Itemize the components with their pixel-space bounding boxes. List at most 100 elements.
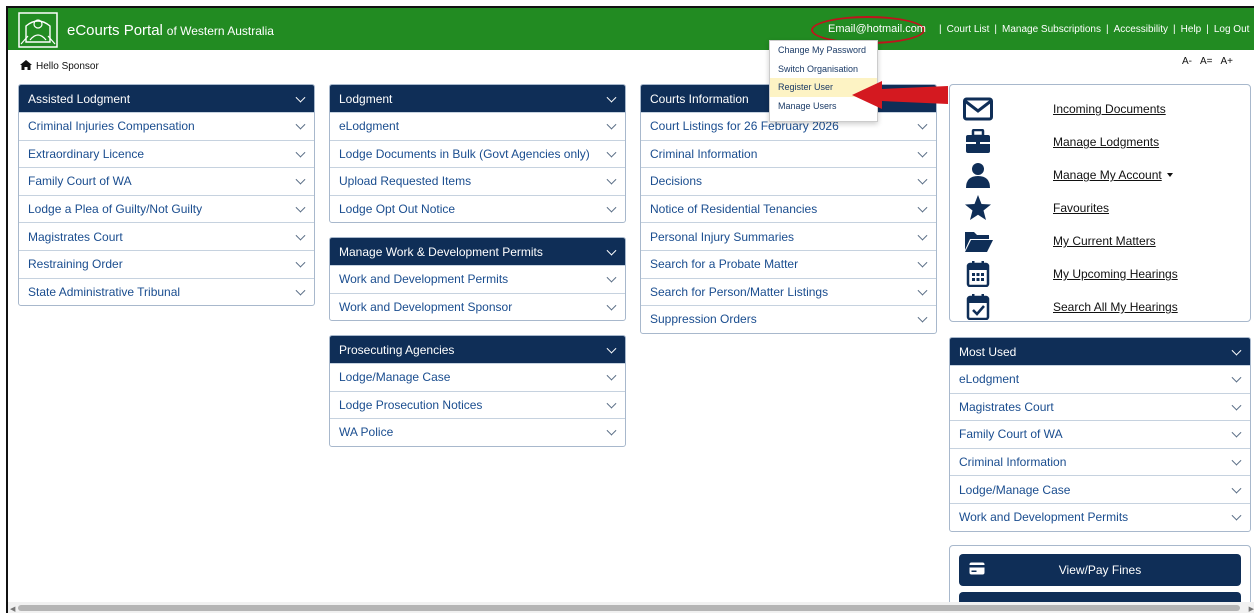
list-item-label: WA Police xyxy=(339,425,394,440)
menu-item-change-password[interactable]: Change My Password xyxy=(770,41,877,60)
list-item[interactable]: Notice of Residential Tenancies xyxy=(641,194,936,223)
chevron-down-icon xyxy=(295,175,306,186)
list-item[interactable]: Lodge Opt Out Notice xyxy=(330,194,625,223)
list-item[interactable]: Lodge/Manage Case xyxy=(950,475,1250,503)
list-item[interactable]: Lodge a Plea of Guilty/Not Guilty xyxy=(19,194,314,223)
scrollbar-thumb[interactable] xyxy=(18,605,1240,611)
list-item[interactable]: WA Police xyxy=(330,418,625,446)
list-item-label: Extraordinary Licence xyxy=(28,146,145,161)
list-item-label: Personal Injury Summaries xyxy=(650,229,795,244)
list-item[interactable]: Family Court of WA xyxy=(19,167,314,195)
quick-link-text: Manage My Account xyxy=(1053,168,1162,182)
list-item[interactable]: Decisions xyxy=(641,167,936,195)
list-item-label: Work and Development Permits xyxy=(959,510,1129,525)
help-link[interactable]: Help xyxy=(1181,24,1202,35)
chevron-down-icon xyxy=(606,343,617,354)
list-item[interactable]: Magistrates Court xyxy=(19,222,314,250)
lodgment-header[interactable]: Lodgment xyxy=(330,85,625,112)
list-item[interactable]: eLodgment xyxy=(950,365,1250,393)
list-item-label: eLodgment xyxy=(959,372,1020,387)
quick-link-my-upcoming-hearings[interactable]: My Upcoming Hearings xyxy=(950,258,1250,291)
list-item[interactable]: Lodge Documents in Bulk (Govt Agencies o… xyxy=(330,139,625,168)
list-item-label: Criminal Information xyxy=(650,146,758,161)
quick-link-search-all-my-hearings[interactable]: Search All My Hearings xyxy=(950,291,1250,324)
list-item-label: Upload Requested Items xyxy=(339,174,472,189)
quick-link-manage-my-account[interactable]: Manage My Account xyxy=(950,159,1250,192)
list-item[interactable]: Restraining Order xyxy=(19,249,314,278)
list-item-label: Family Court of WA xyxy=(28,174,132,189)
view-pay-fines-button[interactable]: View/Pay Fines xyxy=(959,554,1241,586)
list-item[interactable]: eLodgment xyxy=(330,112,625,140)
list-item[interactable]: Family Court of WA xyxy=(950,420,1250,448)
panel-title: Manage Work & Development Permits xyxy=(339,244,543,259)
quick-link-label: Incoming Documents xyxy=(1053,102,1166,116)
list-item[interactable]: Search for a Probate Matter xyxy=(641,249,936,278)
portal-title-sub: of Western Australia xyxy=(166,24,274,38)
chevron-down-icon xyxy=(606,175,617,186)
quick-link-incoming-documents[interactable]: Incoming Documents xyxy=(950,93,1250,126)
list-item[interactable]: Personal Injury Summaries xyxy=(641,222,936,250)
quick-link-my-current-matters[interactable]: My Current Matters xyxy=(950,225,1250,258)
chevron-down-icon xyxy=(917,202,928,213)
list-item-label: Restraining Order xyxy=(28,257,123,272)
list-item-label: Criminal Information xyxy=(959,455,1067,470)
chevron-down-icon xyxy=(295,230,306,241)
list-item[interactable]: Search for Person/Matter Listings xyxy=(641,277,936,306)
scroll-left-icon[interactable]: ◀ xyxy=(10,605,15,613)
list-item[interactable]: Lodge Prosecution Notices xyxy=(330,390,625,419)
permits-header[interactable]: Manage Work & Development Permits xyxy=(330,238,625,265)
scroll-right-icon[interactable]: ▶ xyxy=(1249,605,1254,613)
list-item[interactable]: Criminal Injuries Compensation xyxy=(19,112,314,140)
list-item[interactable]: Magistrates Court xyxy=(950,392,1250,421)
list-item-label: Search for a Probate Matter xyxy=(650,257,799,272)
menu-item-switch-organisation[interactable]: Switch Organisation xyxy=(770,60,877,79)
chevron-down-icon xyxy=(295,147,306,158)
quick-link-label: Manage My Account xyxy=(1053,168,1173,182)
prosecuting-header[interactable]: Prosecuting Agencies xyxy=(330,336,625,363)
quick-link-label: Favourites xyxy=(1053,201,1110,215)
list-item[interactable]: Criminal Information xyxy=(950,447,1250,476)
list-item[interactable]: Extraordinary Licence xyxy=(19,139,314,168)
list-item-label: Criminal Injuries Compensation xyxy=(28,119,195,134)
list-item[interactable]: Work and Development Permits xyxy=(330,265,625,293)
log-out-link[interactable]: Log Out xyxy=(1214,24,1250,35)
panel-title: Assisted Lodgment xyxy=(28,91,131,106)
chevron-down-icon xyxy=(1231,455,1242,466)
lodgment-panel: Lodgment eLodgment Lodge Documents in Bu… xyxy=(329,84,626,224)
font-increase-button[interactable]: A+ xyxy=(1221,56,1234,67)
list-item[interactable]: Upload Requested Items xyxy=(330,167,625,195)
accessibility-link[interactable]: Accessibility xyxy=(1114,24,1168,35)
user-email-menu[interactable]: Email@hotmail.com xyxy=(828,23,926,35)
font-decrease-button[interactable]: A- xyxy=(1182,56,1192,67)
list-item[interactable]: Work and Development Permits xyxy=(950,502,1250,531)
most-used-header[interactable]: Most Used xyxy=(950,338,1250,365)
court-list-link[interactable]: Court List xyxy=(947,24,990,35)
chevron-down-icon xyxy=(1231,372,1242,383)
work-development-permits-panel: Manage Work & Development Permits Work a… xyxy=(329,237,626,322)
separator: | xyxy=(1105,24,1109,35)
star-icon xyxy=(965,195,991,220)
quick-link-favourites[interactable]: Favourites xyxy=(950,192,1250,225)
horizontal-scrollbar[interactable]: ◀ ▶ xyxy=(8,602,1254,613)
chevron-down-icon xyxy=(606,92,617,103)
manage-subscriptions-link[interactable]: Manage Subscriptions xyxy=(1002,24,1101,35)
list-item[interactable]: State Administrative Tribunal xyxy=(19,277,314,306)
chevron-down-icon xyxy=(1231,510,1242,521)
list-item-label: Lodge Prosecution Notices xyxy=(339,397,483,412)
list-item[interactable]: Lodge/Manage Case xyxy=(330,363,625,391)
assisted-lodgment-header[interactable]: Assisted Lodgment xyxy=(19,85,314,112)
quick-link-manage-lodgments[interactable]: Manage Lodgments xyxy=(950,126,1250,159)
list-item[interactable]: Suppression Orders xyxy=(641,305,936,333)
home-icon[interactable] xyxy=(20,60,32,70)
list-item[interactable]: Criminal Information xyxy=(641,139,936,168)
panel-title: Most Used xyxy=(959,344,1017,359)
chevron-down-icon xyxy=(295,257,306,268)
chevron-down-icon xyxy=(295,285,306,296)
list-item[interactable]: Work and Development Sponsor xyxy=(330,292,625,321)
portal-title[interactable]: eCourts Portal of Western Australia xyxy=(67,22,274,39)
chevron-down-icon xyxy=(606,202,617,213)
top-navigation-bar: eCourts Portal of Western Australia Emai… xyxy=(8,8,1254,50)
font-reset-button[interactable]: A= xyxy=(1200,56,1213,67)
chevron-down-icon xyxy=(606,370,617,381)
chevron-down-icon xyxy=(917,285,928,296)
